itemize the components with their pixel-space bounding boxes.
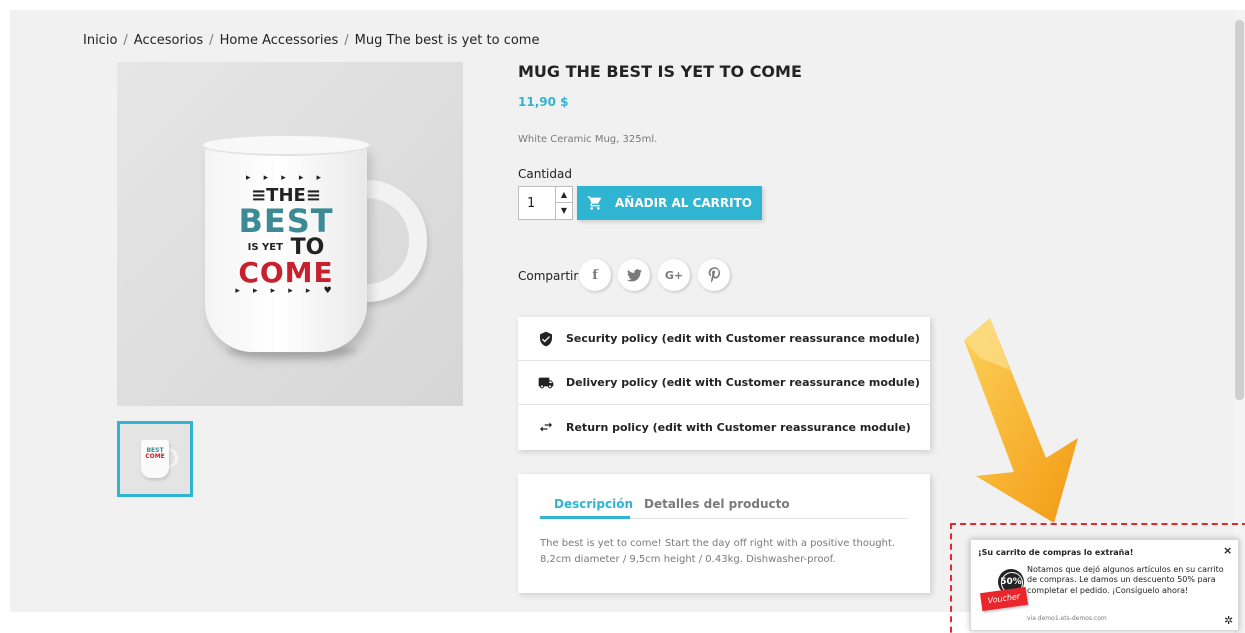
tab-detalles-del-producto[interactable]: Detalles del producto: [644, 497, 790, 511]
facebook-share-button[interactable]: f: [579, 259, 611, 291]
breadcrumb-accesorios[interactable]: Accesorios: [134, 33, 203, 48]
reassurance-block: Security policy (edit with Customer reas…: [518, 317, 930, 450]
google-plus-share-button[interactable]: G+: [658, 259, 690, 291]
tab-content-description: The best is yet to come! Start the day o…: [540, 538, 896, 565]
share-label: Compartir: [518, 269, 579, 283]
thumbnail-mug-art: BEST COME: [145, 447, 165, 460]
shield-icon: [540, 331, 552, 346]
popup-via-link[interactable]: via demo1.ets-demos.com: [1027, 615, 1107, 622]
facebook-icon: f: [592, 267, 598, 283]
quantity-up-button[interactable]: ▲: [555, 187, 572, 203]
tab-descripcion[interactable]: Descripción: [554, 497, 633, 511]
add-to-cart-button[interactable]: AÑADIR AL CARRITO: [577, 186, 762, 220]
add-to-cart-label: AÑADIR AL CARRITO: [615, 196, 752, 210]
product-title: MUG THE BEST IS YET TO COME: [518, 62, 802, 81]
mug-art-best: BEST: [238, 202, 334, 240]
breadcrumb-separator: /: [209, 33, 214, 48]
pinterest-share-button[interactable]: [698, 259, 730, 291]
pointer-arrow-graphic: [964, 318, 1078, 523]
delivery-policy-row: Delivery policy (edit with Customer reas…: [518, 361, 930, 405]
delivery-policy-label: Delivery policy (edit with Customer reas…: [566, 376, 920, 389]
mug-art-arrows-bottom: ▸ ▸ ▸ ▸ ▸ ♥: [235, 286, 337, 296]
product-tabs: Descripción Detalles del producto The be…: [518, 474, 930, 593]
quantity-down-button[interactable]: ▼: [555, 203, 572, 219]
mug-rim: [201, 134, 371, 156]
twitter-icon: [626, 268, 642, 281]
product-main-image[interactable]: ▸ ▸ ▸ ▸ ▸ ≡THE≡ BEST IS YET TO COME ▸ ▸ …: [117, 62, 463, 406]
breadcrumb-current: Mug The best is yet to come: [354, 33, 540, 48]
return-policy-row: Return policy (edit with Customer reassu…: [518, 405, 930, 449]
popup-message: Notamos que dejó algunos artículos en su…: [1027, 565, 1224, 595]
quantity-input[interactable]: [519, 187, 555, 219]
truck-icon: [538, 377, 554, 388]
twitter-share-button[interactable]: [618, 259, 650, 291]
quantity-label: Cantidad: [518, 167, 572, 181]
scrollbar-thumb[interactable]: [1235, 20, 1244, 400]
mug-artwork: ▸ ▸ ▸ ▸ ▸ ≡THE≡ BEST IS YET TO COME ▸ ▸ …: [227, 174, 345, 296]
mug-art-isyet-small: IS YET: [247, 242, 283, 253]
google-plus-icon: G+: [664, 268, 684, 282]
security-policy-row: Security policy (edit with Customer reas…: [518, 317, 930, 361]
gear-icon[interactable]: ✲: [1224, 614, 1233, 627]
quantity-stepper: ▲ ▼: [518, 186, 573, 220]
mug-art-arrows-top: ▸ ▸ ▸ ▸ ▸: [245, 173, 327, 183]
return-policy-label: Return policy (edit with Customer reassu…: [566, 420, 911, 434]
popup-title: ¡Su carrito de compras lo extraña!: [978, 548, 1134, 557]
breadcrumb-home-accessories[interactable]: Home Accessories: [220, 33, 339, 48]
product-price: 11,90 $: [518, 95, 569, 109]
breadcrumb: Inicio / Accesorios / Home Accessories / Mug T…: [83, 33, 539, 48]
breadcrumb-separator: /: [123, 33, 128, 48]
breadcrumb-separator: /: [344, 33, 349, 48]
mug-art-come: COME: [238, 256, 334, 289]
voucher-tag-icon: Voucher: [979, 586, 1029, 612]
abandoned-cart-popup: ¡Su carrito de compras lo extraña! × 50%…: [970, 539, 1239, 631]
tab-active-indicator: [540, 516, 630, 519]
shopping-cart-icon: [587, 196, 601, 210]
product-thumbnail[interactable]: BEST COME: [117, 421, 193, 497]
breadcrumb-home[interactable]: Inicio: [83, 33, 117, 48]
pinterest-icon: [708, 267, 720, 283]
close-icon[interactable]: ×: [1223, 544, 1232, 557]
exchange-arrows-icon: [540, 422, 552, 432]
security-policy-label: Security policy (edit with Customer reas…: [566, 332, 920, 345]
product-short-description: White Ceramic Mug, 325ml.: [518, 134, 658, 145]
